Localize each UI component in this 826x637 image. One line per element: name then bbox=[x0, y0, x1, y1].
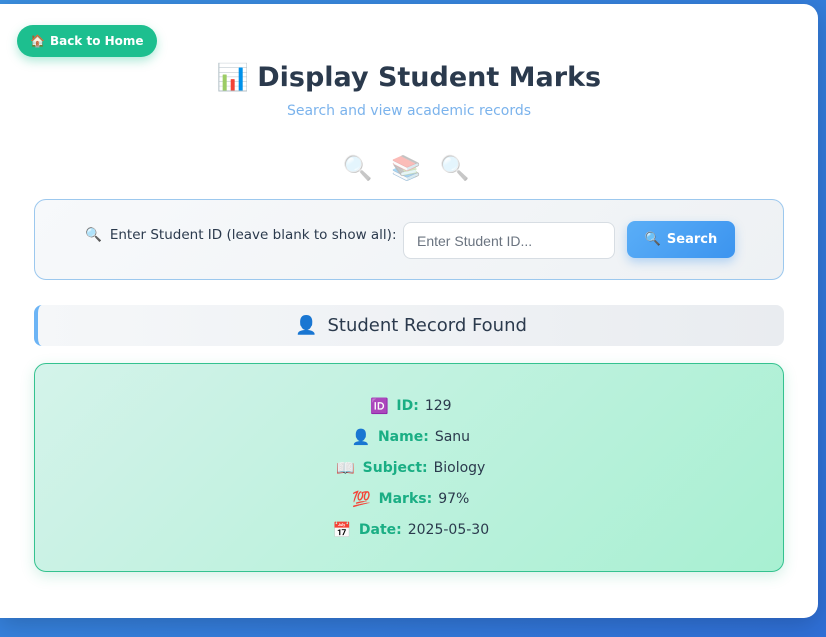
search-icon: 🔍 bbox=[644, 232, 661, 247]
student-id-input[interactable] bbox=[403, 222, 615, 259]
back-to-home-label: Back to Home bbox=[49, 34, 144, 48]
calendar-icon: 📅 bbox=[332, 521, 352, 539]
record-value: 97% bbox=[438, 491, 470, 507]
user-icon: 👤 bbox=[351, 428, 371, 446]
hundred-points-icon: 💯 bbox=[352, 490, 372, 508]
magnifier-icon: 🔍 bbox=[85, 227, 102, 243]
search-button[interactable]: 🔍 Search bbox=[627, 221, 735, 258]
result-header-text: Student Record Found bbox=[327, 315, 527, 336]
search-label-text: Enter Student ID (leave blank to show al… bbox=[109, 227, 397, 243]
book-icon: 📖 bbox=[336, 459, 356, 477]
record-value: Biology bbox=[433, 460, 486, 476]
decorative-icons: 🔍 📚 🔍 bbox=[342, 155, 476, 182]
bar-chart-icon: 📊 bbox=[216, 63, 250, 93]
home-icon: 🏠 bbox=[30, 34, 45, 48]
search-panel: 🔍 Enter Student ID (leave blank to show … bbox=[34, 199, 784, 280]
id-icon: 🆔 bbox=[370, 397, 389, 415]
result-header: 👤 Student Record Found bbox=[34, 305, 784, 346]
record-row-marks: 💯 Marks: 97% bbox=[35, 490, 785, 508]
record-label: Name: bbox=[377, 429, 429, 445]
record-row-name: 👤 Name: Sanu bbox=[35, 428, 785, 446]
record-value: 2025-05-30 bbox=[407, 522, 490, 538]
search-label: 🔍 Enter Student ID (leave blank to show … bbox=[85, 227, 397, 243]
page-title-text: Display Student Marks bbox=[257, 62, 602, 93]
student-record-card: 🆔 ID: 129 👤 Name: Sanu 📖 Subject: Biolog… bbox=[34, 363, 784, 572]
record-value: Sanu bbox=[434, 429, 471, 445]
page-subtitle: Search and view academic records bbox=[286, 103, 532, 119]
main-card: 🏠 Back to Home 📊 Display Student Marks Se… bbox=[0, 4, 818, 618]
record-label: Date: bbox=[358, 522, 402, 538]
record-label: ID: bbox=[396, 398, 419, 414]
page-title: 📊 Display Student Marks bbox=[0, 62, 818, 93]
back-to-home-button[interactable]: 🏠 Back to Home bbox=[17, 25, 157, 57]
record-label: Marks: bbox=[378, 491, 433, 507]
record-row-subject: 📖 Subject: Biology bbox=[35, 459, 785, 477]
record-row-date: 📅 Date: 2025-05-30 bbox=[35, 521, 785, 539]
search-button-label: Search bbox=[666, 232, 718, 247]
record-value: 129 bbox=[424, 398, 452, 414]
user-icon: 👤 bbox=[295, 315, 318, 336]
record-label: Subject: bbox=[362, 460, 428, 476]
record-row-id: 🆔 ID: 129 bbox=[35, 397, 785, 415]
